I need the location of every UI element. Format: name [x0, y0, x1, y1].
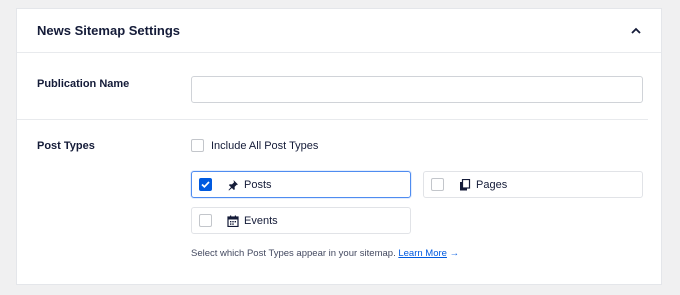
checkbox[interactable]	[199, 214, 212, 227]
pin-icon	[227, 179, 239, 191]
post-type-label: Events	[244, 214, 278, 227]
publication-name-label: Publication Name	[37, 78, 130, 90]
post-types-help-text: Select which Post Types appear in your s…	[191, 248, 459, 259]
calendar-icon	[227, 215, 239, 227]
help-text: Select which Post Types appear in your s…	[191, 248, 396, 259]
panel-title: News Sitemap Settings	[37, 23, 181, 38]
divider	[17, 119, 648, 120]
news-sitemap-settings-panel: News Sitemap Settings Publication Name P…	[16, 8, 662, 285]
post-types-label: Post Types	[37, 140, 95, 152]
post-type-option-posts[interactable]: Posts	[191, 171, 411, 198]
checkbox[interactable]	[191, 139, 204, 152]
arrow-right-icon: →	[449, 248, 460, 259]
include-all-post-types-checkbox[interactable]: Include All Post Types	[191, 139, 318, 152]
checkbox-checked[interactable]	[199, 178, 212, 191]
publication-name-input[interactable]	[191, 76, 643, 103]
collapse-button[interactable]	[625, 20, 647, 42]
panel-header[interactable]: News Sitemap Settings	[17, 9, 661, 53]
post-type-option-pages[interactable]: Pages	[423, 171, 643, 198]
post-type-label: Posts	[244, 178, 272, 191]
include-all-label: Include All Post Types	[211, 139, 319, 152]
chevron-up-icon	[631, 27, 641, 34]
pages-icon	[459, 178, 471, 191]
checkbox[interactable]	[431, 178, 444, 191]
check-icon	[201, 181, 210, 188]
post-type-label: Pages	[476, 178, 508, 191]
post-type-option-events[interactable]: Events	[191, 207, 411, 234]
learn-more-link[interactable]: Learn More	[398, 248, 447, 259]
